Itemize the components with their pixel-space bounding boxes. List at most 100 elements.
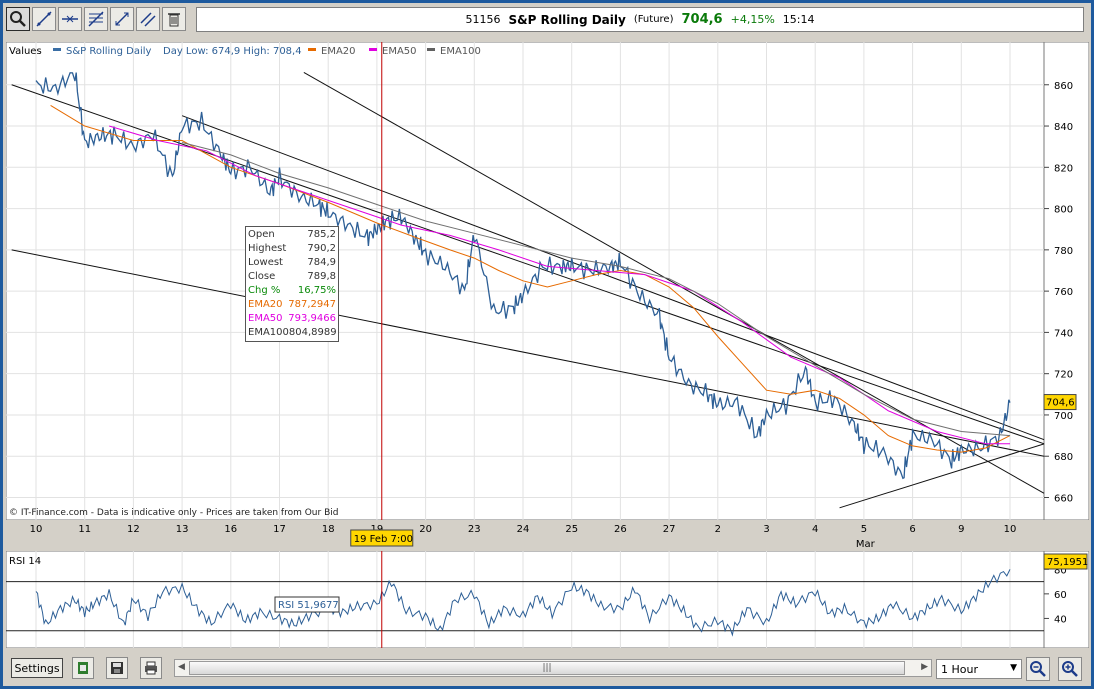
tooltip-value: 789,8 bbox=[307, 271, 336, 282]
x-tick-label: 12 bbox=[127, 524, 140, 535]
tooltip-row: Chg % 16,75% bbox=[248, 284, 336, 298]
tooltip-label: Open bbox=[248, 229, 275, 240]
legend-series-label: S&P Rolling Daily bbox=[66, 46, 152, 57]
zoom-tool-icon[interactable] bbox=[6, 7, 30, 31]
rsi-last-label: 75,1951 bbox=[1047, 557, 1088, 568]
x-tick-label: 23 bbox=[468, 524, 481, 535]
interval-select[interactable]: 1 Hour ▼ bbox=[936, 659, 1022, 679]
tooltip-row: Open 785,2 bbox=[248, 228, 336, 242]
tooltip-label: Lowest bbox=[248, 257, 283, 268]
rsi-y-tick-label: 40 bbox=[1054, 614, 1067, 625]
x-tick-label: 4 bbox=[812, 524, 818, 535]
tooltip-value: 785,2 bbox=[307, 229, 336, 240]
trash-icon[interactable] bbox=[162, 7, 186, 31]
tooltip-value: 804,8989 bbox=[288, 327, 337, 338]
y-tick-label: 780 bbox=[1054, 246, 1073, 257]
legend-day-range: Day Low: 674,9 High: 708,4 bbox=[163, 46, 302, 57]
tooltip-row: EMA20 787,2947 bbox=[248, 298, 336, 312]
zoom-out-button[interactable] bbox=[1026, 657, 1050, 681]
ohlc-tooltip: Open 785,2 Highest 790,2 Lowest 784,9 Close… bbox=[245, 226, 339, 342]
line-tool-icon[interactable] bbox=[32, 7, 56, 31]
legend-ema20-label: EMA20 bbox=[321, 46, 356, 57]
y-tick-label: 660 bbox=[1054, 493, 1073, 504]
time-scrollbar[interactable]: ◀ ||| ▶ bbox=[174, 659, 932, 677]
rsi-chart-svg[interactable]: 406080 RSI 14 RSI 51,9677 75,1951 bbox=[5, 550, 1090, 649]
tooltip-row: EMA100 804,8989 bbox=[248, 326, 337, 340]
tooltip-value: 790,2 bbox=[307, 243, 336, 254]
rsi-readout: RSI 51,9677 bbox=[278, 600, 339, 611]
horizontal-line-tool-icon[interactable] bbox=[58, 7, 82, 31]
y-tick-label: 840 bbox=[1054, 122, 1073, 133]
interval-value: 1 Hour bbox=[941, 662, 978, 676]
y-tick-label: 760 bbox=[1054, 287, 1073, 298]
tooltip-value: 784,9 bbox=[307, 257, 336, 268]
export-icon[interactable] bbox=[72, 657, 94, 679]
tooltip-label: EMA100 bbox=[248, 327, 289, 338]
x-tick-label: 6 bbox=[909, 524, 915, 535]
price-chart-svg[interactable]: 860 840 820 800 780 760 740 720 700 680 660 Values… bbox=[5, 41, 1090, 521]
parallel-line-tool-icon[interactable] bbox=[136, 7, 160, 31]
settings-button[interactable]: Settings bbox=[11, 658, 63, 678]
x-tick-label: 27 bbox=[663, 524, 676, 535]
legend-swatch-series bbox=[53, 48, 61, 51]
price-chart[interactable]: 860 840 820 800 780 760 740 720 700 680 660 Values… bbox=[5, 41, 1090, 521]
x-tick-label: 10 bbox=[1004, 524, 1017, 535]
tooltip-row: EMA50 793,9466 bbox=[248, 312, 336, 326]
drawing-toolbar bbox=[6, 7, 186, 33]
tooltip-value: 16,75% bbox=[297, 285, 336, 296]
instrument-type: (Future) bbox=[633, 14, 674, 25]
tooltip-value: 787,2947 bbox=[288, 299, 336, 310]
y-tick-label: 720 bbox=[1054, 370, 1073, 381]
instrument-code: 51156 bbox=[465, 13, 501, 26]
y-tick-label: 820 bbox=[1054, 163, 1073, 174]
legend-ema100-label: EMA100 bbox=[440, 46, 481, 57]
scrollbar-thumb[interactable]: ||| bbox=[189, 661, 905, 675]
tooltip-label: EMA50 bbox=[248, 313, 283, 324]
legend-ema50-label: EMA50 bbox=[382, 46, 417, 57]
tooltip-value: 793,9466 bbox=[288, 313, 336, 324]
zoom-in-icon bbox=[1062, 661, 1078, 677]
y-tick-label: 680 bbox=[1054, 452, 1073, 463]
scroll-left-icon[interactable]: ◀ bbox=[178, 662, 185, 672]
x-tick-label: 16 bbox=[224, 524, 237, 535]
rsi-title: RSI 14 bbox=[9, 556, 41, 567]
month-label: Mar bbox=[856, 539, 876, 550]
fibonacci-tool-icon[interactable] bbox=[84, 7, 108, 31]
extend-line-tool-icon[interactable] bbox=[110, 7, 134, 31]
tooltip-label: Highest bbox=[248, 243, 287, 254]
tooltip-label: EMA20 bbox=[248, 299, 283, 310]
save-icon[interactable] bbox=[106, 657, 128, 679]
x-tick-label: 26 bbox=[614, 524, 627, 535]
x-tick-label: 3 bbox=[763, 524, 769, 535]
chart-legend: Values S&P Rolling Daily Day Low: 674,9 … bbox=[9, 46, 481, 57]
legend-values-label: Values bbox=[9, 46, 42, 57]
rsi-panel[interactable]: 40 60 80 RSI 14 RSI 51,9677 75,1951 bbox=[5, 550, 1090, 649]
instrument-header: 51156 S&P Rolling Daily (Future) 704,6 +… bbox=[196, 7, 1084, 32]
last-price-label: 704,6 bbox=[1046, 398, 1075, 409]
bottom-toolbar: Settings ◀ ||| ▶ 1 Hour ▼ bbox=[6, 655, 1089, 683]
x-tick-label: 13 bbox=[176, 524, 189, 535]
instrument-name: S&P Rolling Daily bbox=[508, 12, 626, 27]
price-change: +4,15% bbox=[730, 13, 775, 26]
x-tick-label: 17 bbox=[273, 524, 286, 535]
tooltip-label: Close bbox=[248, 271, 276, 282]
zoom-in-button[interactable] bbox=[1058, 657, 1082, 681]
y-tick-label: 860 bbox=[1054, 81, 1073, 92]
last-price: 704,6 bbox=[681, 12, 723, 27]
tooltip-row: Close 789,8 bbox=[248, 270, 336, 284]
tooltip-row: Highest 790,2 bbox=[248, 242, 336, 256]
time-axis-svg: 101112131617181920232425262723456910 Mar… bbox=[30, 524, 1017, 550]
legend-swatch-ema100 bbox=[427, 48, 435, 51]
print-icon[interactable] bbox=[140, 657, 162, 679]
x-tick-label: 10 bbox=[30, 524, 43, 535]
x-tick-label: 2 bbox=[715, 524, 721, 535]
legend-swatch-ema20 bbox=[308, 48, 316, 51]
scroll-right-icon[interactable]: ▶ bbox=[921, 662, 928, 672]
chevron-down-icon: ▼ bbox=[1010, 663, 1017, 673]
y-tick-label: 740 bbox=[1054, 328, 1073, 339]
y-tick-label: 700 bbox=[1054, 411, 1073, 422]
zoom-out-icon bbox=[1030, 661, 1046, 677]
x-tick-label: 5 bbox=[861, 524, 867, 535]
rsi-y-tick-label: 60 bbox=[1054, 590, 1067, 601]
x-tick-label: 20 bbox=[419, 524, 432, 535]
